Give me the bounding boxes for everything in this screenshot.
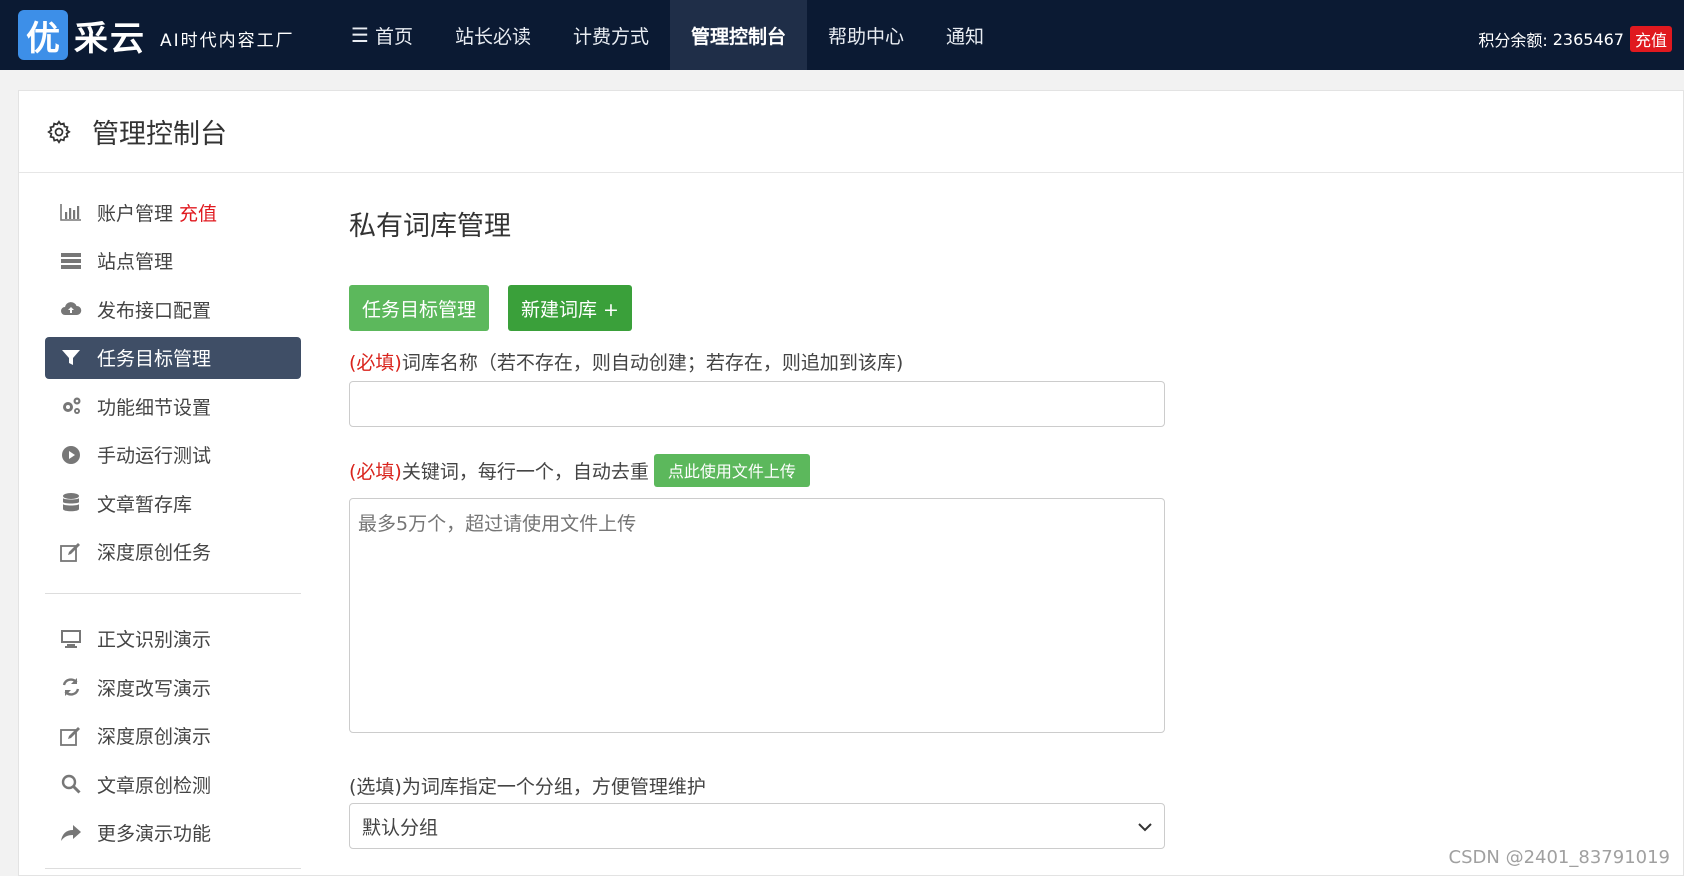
sidebar-item-label: 功能细节设置 [97,396,212,419]
console-panel: 管理控制台 账户管理 充值 站点管理 发布接口配置 任务目标管理 功能细节设置 … [18,90,1684,876]
required-marker: (必填) [349,351,402,374]
keywords-label: (必填) 关键词，每行一个，自动去重 点此使用文件上传 [349,453,1169,487]
monitor-icon [59,628,83,650]
wordbank-name-input[interactable] [349,381,1165,427]
logo-badge: 优 [18,10,68,60]
sidebar-divider [45,592,301,594]
chevron-down-icon [1138,816,1152,837]
new-wordbank-button[interactable]: 新建词库 + [508,285,632,331]
watermark: CSDN @2401_83791019 [1448,847,1670,868]
label-text: 关键词，每行一个，自动去重 [401,460,649,483]
nav-item-label: 通知 [946,25,985,48]
recharge-button[interactable]: 充值 [1629,26,1672,52]
sidebar-item-label: 深度改写演示 [97,677,212,700]
nav-item-billing[interactable]: 计费方式 [552,0,670,70]
search-icon [59,773,83,795]
page-title: 管理控制台 [92,119,227,150]
sidebar-item-account[interactable]: 账户管理 充值 [45,191,301,233]
sidebar-item-rewrite-demo[interactable]: 深度改写演示 [45,666,301,708]
gears-icon [59,395,83,417]
sidebar-item-deep-original-task[interactable]: 深度原创任务 [45,531,301,573]
cloud-upload-icon [59,298,83,320]
sidebar-item-label: 手动运行测试 [97,445,212,467]
main-content: 私有词库管理 任务目标管理 新建词库 + (必填) 词库名称（若不存在，则自动创… [349,191,1169,849]
sidebar-item-label: 更多演示功能 [97,823,212,845]
nav-item-label: 计费方式 [572,25,649,48]
sidebar-item-manual-test[interactable]: 手动运行测试 [45,434,301,476]
label-text: 词库名称（若不存在，则自动创建；若存在，则追加到该库) [401,351,904,374]
sidebar-item-task-target[interactable]: 任务目标管理 [45,336,301,379]
sidebar-item-text-recognition-demo[interactable]: 正文识别演示 [45,618,301,660]
list-icon: ☰ [351,23,369,47]
task-target-button[interactable]: 任务目标管理 [349,285,490,331]
server-icon [59,250,83,272]
sidebar-item-article-storage[interactable]: 文章暂存库 [45,482,301,524]
nav-item-console[interactable]: 管理控制台 [669,0,807,70]
sidebar-item-label: 站点管理 [97,251,174,273]
sidebar-item-feature-settings[interactable]: 功能细节设置 [45,385,301,427]
sidebar-item-sites[interactable]: 站点管理 [45,240,301,282]
nav-menu: ☰ 首页 站长必读 计费方式 管理控制台 帮助中心 通知 [330,0,1005,70]
sidebar-item-originality-check[interactable]: 文章原创检测 [45,763,301,805]
logo-slogan: AI时代内容工厂 [160,30,295,51]
nav-item-notice[interactable]: 通知 [925,0,1005,70]
edit-icon [59,541,83,563]
sidebar-item-deep-original-demo[interactable]: 深度原创演示 [45,715,301,757]
bar-chart-icon [59,201,83,223]
sidebar-item-label: 深度原创任务 [97,542,212,564]
logo[interactable]: 优 采云 AI时代内容工厂 [0,0,330,70]
sidebar-divider [45,867,301,869]
required-marker: (必填) [349,460,402,483]
refresh-icon [59,676,83,698]
sidebar-item-label: 正文识别演示 [97,629,212,651]
wordbank-name-label: (必填) 词库名称（若不存在，则自动创建；若存在，则追加到该库) [349,347,1169,375]
sidebar-item-label: 任务目标管理 [97,348,212,370]
share-icon [59,822,83,844]
label-text: (选填)为词库指定一个分组，方便管理维护 [349,775,706,798]
group-select-value: 默认分组 [362,816,439,839]
keywords-textarea[interactable] [349,498,1165,733]
points-balance: 积分余额: 2365467 充值 [1478,26,1672,52]
nav-item-label: 管理控制台 [690,25,786,48]
logo-name: 采云 [74,18,146,59]
sidebar: 账户管理 充值 站点管理 发布接口配置 任务目标管理 功能细节设置 手动运行测试… [45,191,301,876]
nav-item-must-read[interactable]: 站长必读 [434,0,552,70]
nav-item-label: 站长必读 [454,25,531,48]
gear-icon [47,119,71,144]
nav-item-label: 帮助中心 [828,25,905,48]
sidebar-item-more-demos[interactable]: 更多演示功能 [45,812,301,854]
section-title: 私有词库管理 [349,210,511,242]
action-buttons: 任务目标管理 新建词库 + [349,285,1169,331]
group-label: (选填)为词库指定一个分组，方便管理维护 [349,771,1169,799]
sidebar-item-label: 文章暂存库 [97,493,193,516]
filter-icon [59,347,83,369]
sidebar-item-label: 文章原创检测 [97,774,212,797]
sidebar-item-label: 账户管理 [97,202,174,225]
sidebar-item-publish-api[interactable]: 发布接口配置 [45,288,301,330]
points-label: 积分余额: [1478,31,1548,50]
nav-item-label: 首页 [374,25,413,48]
panel-header: 管理控制台 [19,91,1683,173]
top-navbar: 优 采云 AI时代内容工厂 ☰ 首页 站长必读 计费方式 管理控制台 帮助中心 … [0,0,1684,70]
nav-item-help[interactable]: 帮助中心 [807,0,925,70]
sidebar-item-label: 深度原创演示 [97,726,212,748]
sidebar-recharge-link[interactable]: 充值 [179,199,217,226]
file-upload-button[interactable]: 点此使用文件上传 [653,453,810,487]
nav-item-home[interactable]: ☰ 首页 [330,0,434,70]
database-icon [59,492,83,514]
sidebar-item-label: 发布接口配置 [97,299,212,322]
edit-icon [59,725,83,747]
play-circle-icon [59,444,83,466]
points-value: 2365467 [1552,29,1624,49]
group-select[interactable]: 默认分组 [349,803,1165,849]
